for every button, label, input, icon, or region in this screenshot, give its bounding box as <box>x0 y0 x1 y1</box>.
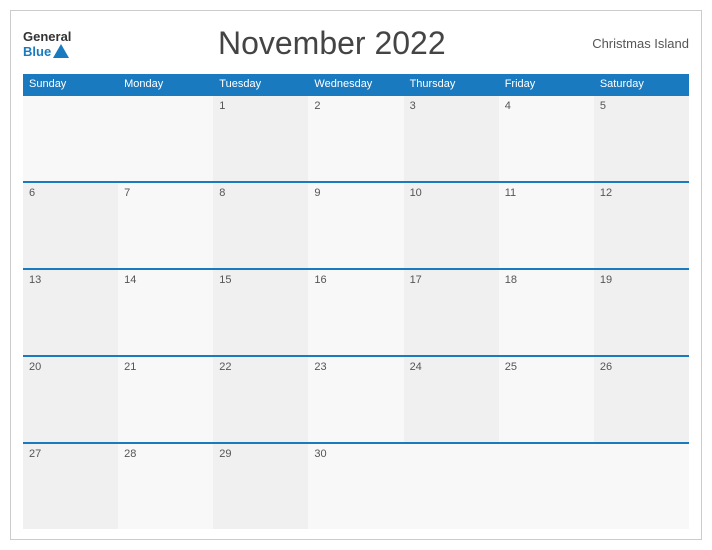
day-cell-6: 6 <box>23 183 118 268</box>
day-cell-26: 26 <box>594 357 689 442</box>
day-cell-18: 18 <box>499 270 594 355</box>
week-row-5: 27 28 29 30 <box>23 442 689 529</box>
day-cell-25: 25 <box>499 357 594 442</box>
header-thursday: Thursday <box>404 74 499 94</box>
region-label: Christmas Island <box>592 36 689 51</box>
logo-area: General Blue <box>23 29 71 59</box>
day-cell-11: 11 <box>499 183 594 268</box>
day-cell-9: 9 <box>308 183 403 268</box>
day-cell-22: 22 <box>213 357 308 442</box>
week-row-4: 20 21 22 23 24 25 26 <box>23 355 689 442</box>
logo-general-text: General <box>23 29 71 44</box>
week-row-1: 1 2 3 4 5 <box>23 94 689 181</box>
calendar-header: General Blue November 2022 Christmas Isl… <box>23 21 689 66</box>
day-cell-14: 14 <box>118 270 213 355</box>
calendar-title: November 2022 <box>71 25 592 62</box>
header-saturday: Saturday <box>594 74 689 94</box>
day-cell-8: 8 <box>213 183 308 268</box>
logo-blue-text: Blue <box>23 44 51 59</box>
day-cell-20: 20 <box>23 357 118 442</box>
header-sunday: Sunday <box>23 74 118 94</box>
day-cell-21: 21 <box>118 357 213 442</box>
day-cell-5: 5 <box>594 96 689 181</box>
day-cell-17: 17 <box>404 270 499 355</box>
week-row-3: 13 14 15 16 17 18 19 <box>23 268 689 355</box>
day-cell <box>118 96 213 181</box>
day-cell-13: 13 <box>23 270 118 355</box>
day-cell-12: 12 <box>594 183 689 268</box>
day-cell-30: 30 <box>308 444 403 529</box>
day-cell-3: 3 <box>404 96 499 181</box>
day-cell-19: 19 <box>594 270 689 355</box>
day-headers: Sunday Monday Tuesday Wednesday Thursday… <box>23 74 689 94</box>
day-cell-1: 1 <box>213 96 308 181</box>
calendar-grid: Sunday Monday Tuesday Wednesday Thursday… <box>23 74 689 529</box>
calendar-weeks: 1 2 3 4 5 6 7 8 9 10 11 12 13 14 15 16 <box>23 94 689 529</box>
day-cell-15: 15 <box>213 270 308 355</box>
header-wednesday: Wednesday <box>308 74 403 94</box>
calendar-container: General Blue November 2022 Christmas Isl… <box>10 10 702 540</box>
day-cell-7: 7 <box>118 183 213 268</box>
day-cell-4: 4 <box>499 96 594 181</box>
day-cell-24: 24 <box>404 357 499 442</box>
day-cell <box>23 96 118 181</box>
header-tuesday: Tuesday <box>213 74 308 94</box>
day-cell-27: 27 <box>23 444 118 529</box>
day-cell-28: 28 <box>118 444 213 529</box>
logo-triangle-icon <box>53 44 69 58</box>
day-cell <box>594 444 689 529</box>
day-cell <box>499 444 594 529</box>
day-cell-16: 16 <box>308 270 403 355</box>
day-cell-2: 2 <box>308 96 403 181</box>
day-cell-29: 29 <box>213 444 308 529</box>
day-cell-23: 23 <box>308 357 403 442</box>
header-friday: Friday <box>499 74 594 94</box>
day-cell-10: 10 <box>404 183 499 268</box>
header-monday: Monday <box>118 74 213 94</box>
day-cell <box>404 444 499 529</box>
week-row-2: 6 7 8 9 10 11 12 <box>23 181 689 268</box>
logo-blue-area: Blue <box>23 44 69 59</box>
